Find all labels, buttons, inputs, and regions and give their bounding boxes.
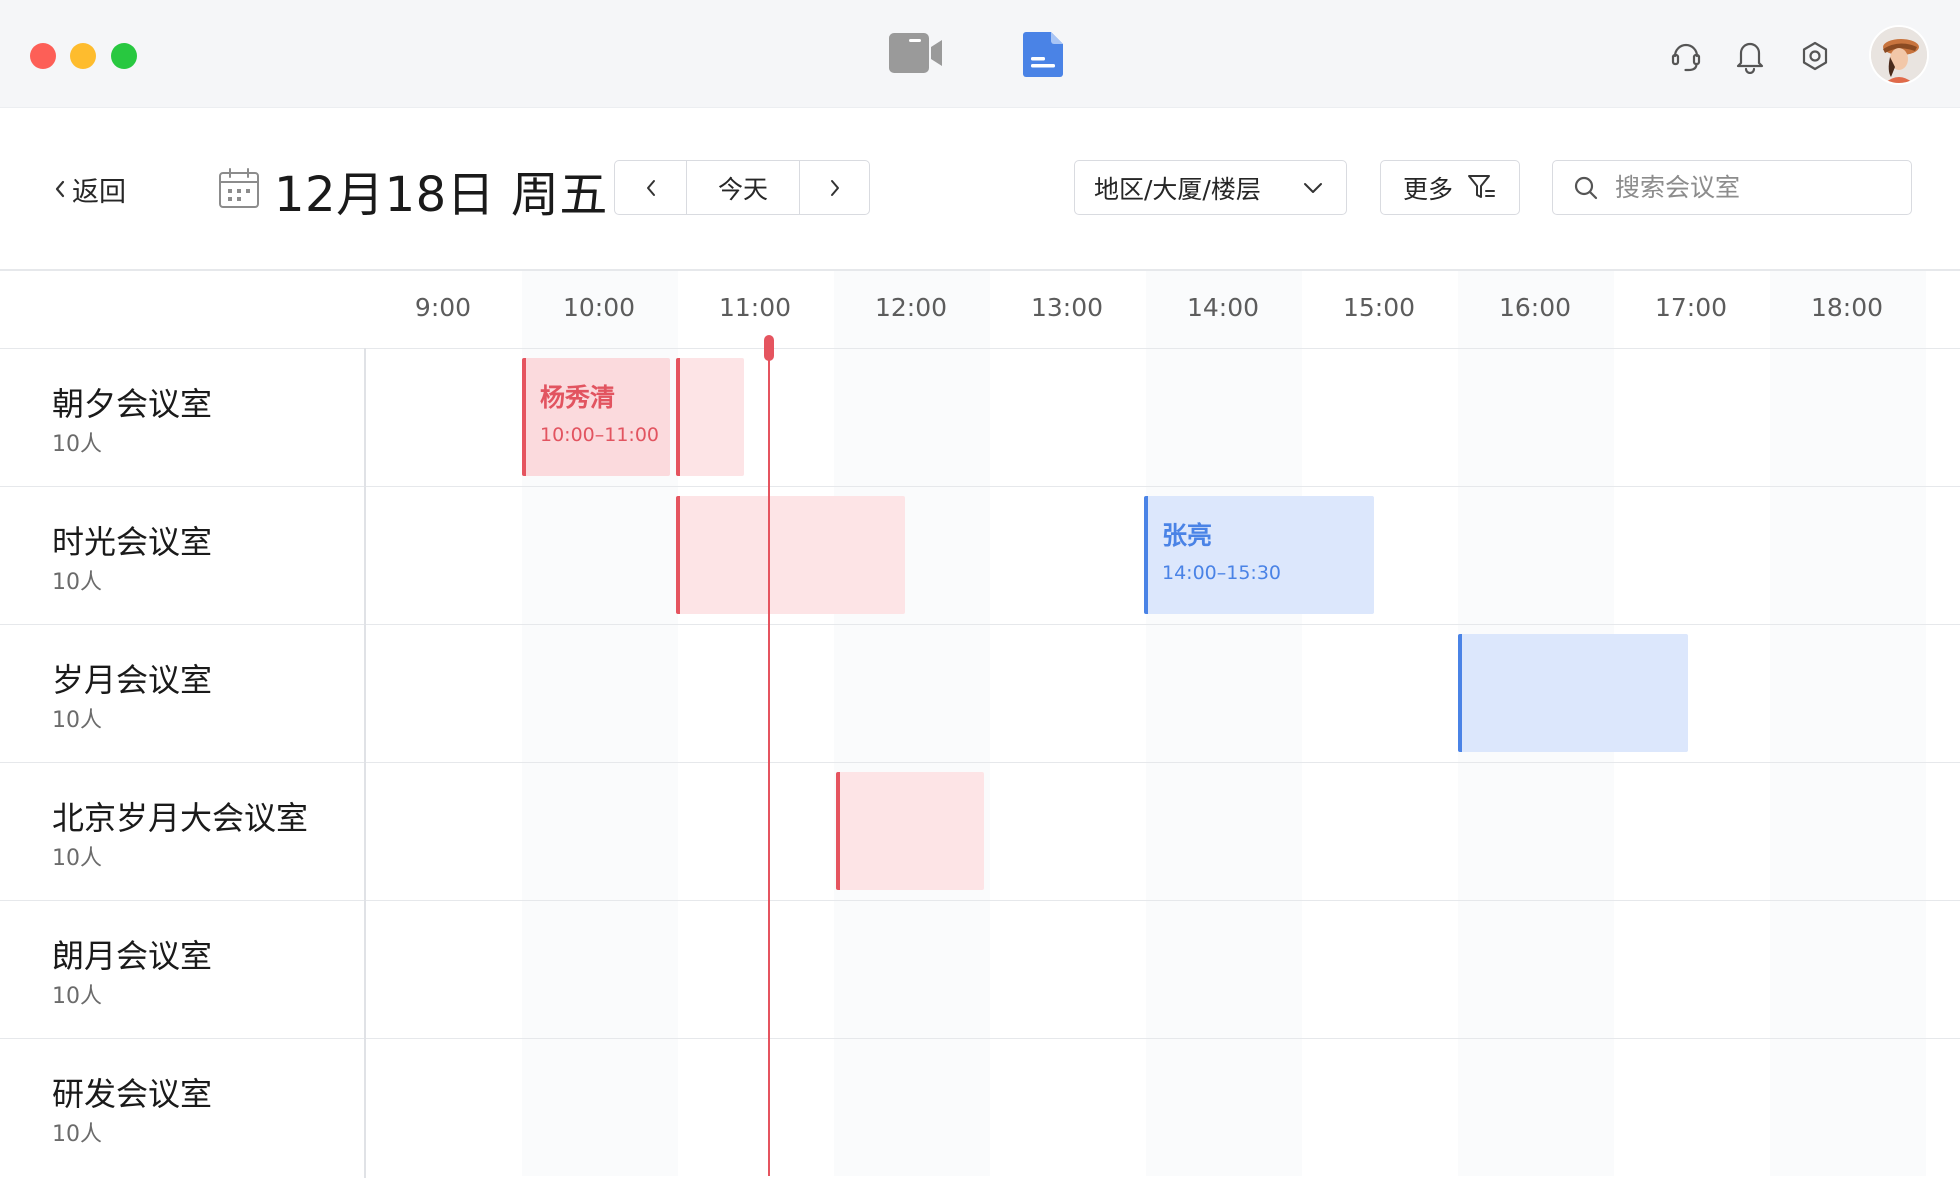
- back-label: 返回: [72, 176, 126, 208]
- room-name: 北京岁月大会议室: [52, 799, 309, 837]
- search-box: [1552, 160, 1912, 215]
- chevron-left-icon: [55, 180, 65, 198]
- booking-block[interactable]: [676, 358, 744, 476]
- region-building-floor-select[interactable]: 地区/大厦/楼层: [1074, 160, 1347, 215]
- room-row[interactable]: 研发会议室 10人: [0, 1039, 1960, 1176]
- room-capacity: 10人: [52, 846, 102, 871]
- booking-organizer: 张亮: [1162, 521, 1213, 550]
- booking-block[interactable]: [676, 496, 905, 614]
- bell-icon[interactable]: [1733, 38, 1767, 78]
- room-schedule: 9:00 10:00 11:00 12:00 13:00 14:00 15:00…: [0, 269, 1960, 1178]
- hour-label: 9:00: [414, 293, 472, 322]
- hour-label: 17:00: [1654, 293, 1728, 322]
- search-icon: [1574, 176, 1598, 199]
- date-title: 12月18日 周五: [274, 167, 608, 223]
- filter-icon: [1468, 174, 1495, 198]
- current-time-line: [768, 337, 770, 1176]
- hour-label: 14:00: [1186, 293, 1260, 322]
- current-time-handle[interactable]: [764, 335, 774, 361]
- booking-block[interactable]: [1458, 634, 1688, 752]
- room-capacity: 10人: [52, 1122, 102, 1147]
- calendar-icon[interactable]: [218, 167, 260, 213]
- more-label: 更多: [1402, 174, 1453, 204]
- room-name: 朗月会议室: [52, 937, 213, 975]
- more-filters-button[interactable]: 更多: [1380, 160, 1520, 215]
- room-name: 时光会议室: [52, 523, 213, 561]
- hour-label: 16:00: [1498, 293, 1572, 322]
- chevron-down-icon: [1304, 182, 1322, 193]
- hour-label: 12:00: [874, 293, 948, 322]
- room-capacity: 10人: [52, 432, 102, 457]
- room-capacity: 10人: [52, 570, 102, 595]
- hour-label: 13:00: [1030, 293, 1104, 322]
- date-navigation: 今天: [614, 160, 870, 215]
- room-row[interactable]: 时光会议室 10人: [0, 487, 1960, 625]
- room-row[interactable]: 朝夕会议室 10人: [0, 349, 1960, 487]
- window-zoom-button[interactable]: [111, 43, 137, 69]
- previous-day-button[interactable]: [615, 161, 687, 214]
- window-close-button[interactable]: [30, 43, 56, 69]
- booking-block[interactable]: [836, 772, 984, 890]
- room-capacity: 10人: [52, 984, 102, 1009]
- hour-label: 18:00: [1810, 293, 1884, 322]
- booking-time: 10:00–11:00: [540, 424, 660, 446]
- chevron-left-icon: [646, 179, 655, 196]
- booking-organizer: 杨秀清: [540, 383, 616, 412]
- room-row[interactable]: 朗月会议室 10人: [0, 901, 1960, 1039]
- room-name: 研发会议室: [52, 1075, 213, 1113]
- booking-block[interactable]: 张亮 14:00–15:30: [1144, 496, 1374, 614]
- booking-block[interactable]: 杨秀清 10:00–11:00: [522, 358, 670, 476]
- gear-icon[interactable]: [1797, 38, 1833, 78]
- room-name: 朝夕会议室: [52, 385, 213, 423]
- back-button[interactable]: 返回: [52, 169, 126, 209]
- title-bar: [0, 0, 1960, 108]
- region-select-label: 地区/大厦/楼层: [1094, 174, 1261, 204]
- user-avatar[interactable]: [1871, 27, 1927, 83]
- window-minimize-button[interactable]: [70, 43, 96, 69]
- video-camera-icon[interactable]: [887, 30, 945, 80]
- hour-label: 15:00: [1342, 293, 1416, 322]
- room-name: 岁月会议室: [52, 661, 213, 699]
- time-header: 9:00 10:00 11:00 12:00 13:00 14:00 15:00…: [0, 271, 1960, 349]
- hour-label: 11:00: [718, 293, 792, 322]
- search-input[interactable]: [1613, 172, 1897, 203]
- room-capacity: 10人: [52, 708, 102, 733]
- today-button[interactable]: 今天: [687, 161, 800, 214]
- booking-time: 14:00–15:30: [1162, 562, 1282, 584]
- toolbar: 返回 12月18日 周五 今天 地区/大厦/楼层 更多 搜索会议室: [0, 107, 1960, 269]
- room-column-divider: [364, 348, 366, 1178]
- chevron-right-icon: [830, 179, 839, 196]
- hour-label: 10:00: [562, 293, 636, 322]
- headset-icon[interactable]: [1668, 38, 1704, 78]
- document-icon[interactable]: [1021, 30, 1067, 82]
- next-day-button[interactable]: [800, 161, 869, 214]
